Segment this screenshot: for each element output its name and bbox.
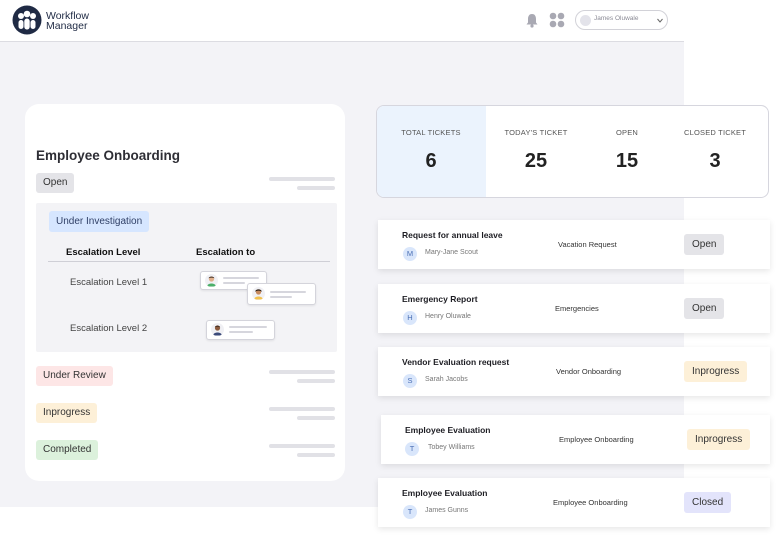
ticket-category: Emergencies — [555, 304, 599, 313]
brand-line-2: Manager — [46, 20, 88, 32]
avatar: T — [403, 505, 417, 519]
ticket-title: Employee Evaluation — [405, 425, 491, 435]
stat-value: 3 — [709, 150, 721, 172]
logo-icon[interactable] — [12, 5, 42, 35]
ticket-requester: Tobey Williams — [428, 444, 475, 451]
workflow-card: Employee Onboarding Open Under Investiga… — [25, 104, 345, 481]
stat-label: OPEN — [615, 128, 639, 137]
status-badge[interactable]: Open — [684, 234, 725, 255]
ticket-category: Vacation Request — [558, 240, 617, 249]
escalation-level-2: Escalation Level 2 — [70, 323, 148, 334]
status-badge[interactable]: Closed — [684, 492, 732, 513]
placeholder-lines — [269, 177, 335, 195]
placeholder-lines — [269, 444, 335, 462]
placeholder-lines — [269, 407, 335, 425]
ticket-category: Employee Onboarding — [559, 435, 634, 444]
stat-label: TOTAL TICKETS — [401, 128, 461, 137]
workflow-title: Employee Onboarding — [36, 148, 181, 163]
user-name: James Oluwale — [594, 15, 639, 22]
ticket-requester: Sarah Jacobs — [425, 376, 468, 383]
avatar — [205, 274, 218, 287]
chevron-down-icon — [657, 18, 663, 23]
stat-closed-ticket[interactable]: CLOSED TICKET 3 — [667, 106, 763, 173]
ticket-title: Vendor Evaluation request — [402, 357, 510, 367]
bell-icon[interactable] — [525, 13, 539, 28]
avatar — [211, 323, 224, 336]
stat-label: TODAY'S TICKET — [504, 128, 568, 137]
grid-icon[interactable] — [549, 12, 565, 28]
brand-name: Workflow Manager — [46, 11, 89, 32]
ticket-category: Employee Onboarding — [553, 498, 628, 507]
stat-value: 25 — [524, 150, 548, 172]
avatar: T — [405, 442, 419, 456]
ticket-row[interactable]: Emergency Report H Henry Oluwale Emergen… — [378, 284, 770, 333]
status-investigation-badge[interactable]: Under Investigation — [49, 211, 150, 232]
ticket-title: Request for annual leave — [402, 230, 503, 240]
status-completed-badge[interactable]: Completed — [36, 440, 99, 460]
ticket-requester: Mary-Jane Scout — [425, 249, 478, 256]
ticket-requester: Henry Oluwale — [425, 313, 471, 320]
stat-total-tickets[interactable]: TOTAL TICKETS 6 — [383, 106, 479, 173]
ticket-row[interactable]: Employee Evaluation T Tobey Williams Emp… — [381, 415, 770, 464]
top-bar: Workflow Manager James Oluwale — [0, 0, 684, 42]
status-badge[interactable]: Open — [684, 298, 725, 319]
escalation-level-1: Escalation Level 1 — [70, 277, 148, 288]
status-badge[interactable]: Inprogress — [687, 429, 751, 450]
user-avatar — [580, 15, 591, 26]
stat-value: 15 — [615, 150, 639, 172]
stat-value: 6 — [425, 150, 437, 172]
ticket-row[interactable]: Vendor Evaluation request S Sarah Jacobs… — [378, 347, 770, 396]
avatar: H — [403, 311, 417, 325]
ticket-category: Vendor Onboarding — [556, 367, 622, 376]
assignee-chip[interactable] — [206, 320, 275, 340]
stat-todays-ticket[interactable]: TODAY'S TICKET 25 — [488, 106, 584, 173]
ticket-row[interactable]: Employee Evaluation T James Gunns Employ… — [378, 478, 770, 527]
status-open-badge[interactable]: Open — [36, 173, 75, 193]
ticket-stats-card: TOTAL TICKETS 6 TODAY'S TICKET 25 OPEN 1… — [376, 105, 769, 198]
avatar — [252, 287, 265, 300]
escalation-panel: Under Investigation Escalation Level Esc… — [36, 203, 337, 352]
escalation-level-header: Escalation Level — [66, 247, 141, 258]
placeholder-lines — [269, 370, 335, 388]
stat-open[interactable]: OPEN 15 — [579, 106, 675, 173]
status-badge[interactable]: Inprogress — [684, 361, 748, 382]
avatar: M — [403, 247, 417, 261]
user-select[interactable]: James Oluwale — [575, 10, 668, 30]
stat-label: CLOSED TICKET — [683, 128, 747, 137]
status-inprogress-badge[interactable]: Inprogress — [36, 403, 98, 423]
ticket-title: Emergency Report — [402, 294, 478, 304]
ticket-requester: James Gunns — [425, 507, 469, 514]
ticket-title: Employee Evaluation — [402, 488, 488, 498]
assignee-chip[interactable] — [247, 283, 316, 305]
escalation-to-header: Escalation to — [196, 247, 256, 258]
divider — [48, 261, 330, 262]
status-review-badge[interactable]: Under Review — [36, 366, 113, 386]
avatar: S — [403, 374, 417, 388]
ticket-row[interactable]: Request for annual leave M Mary-Jane Sco… — [378, 220, 770, 269]
